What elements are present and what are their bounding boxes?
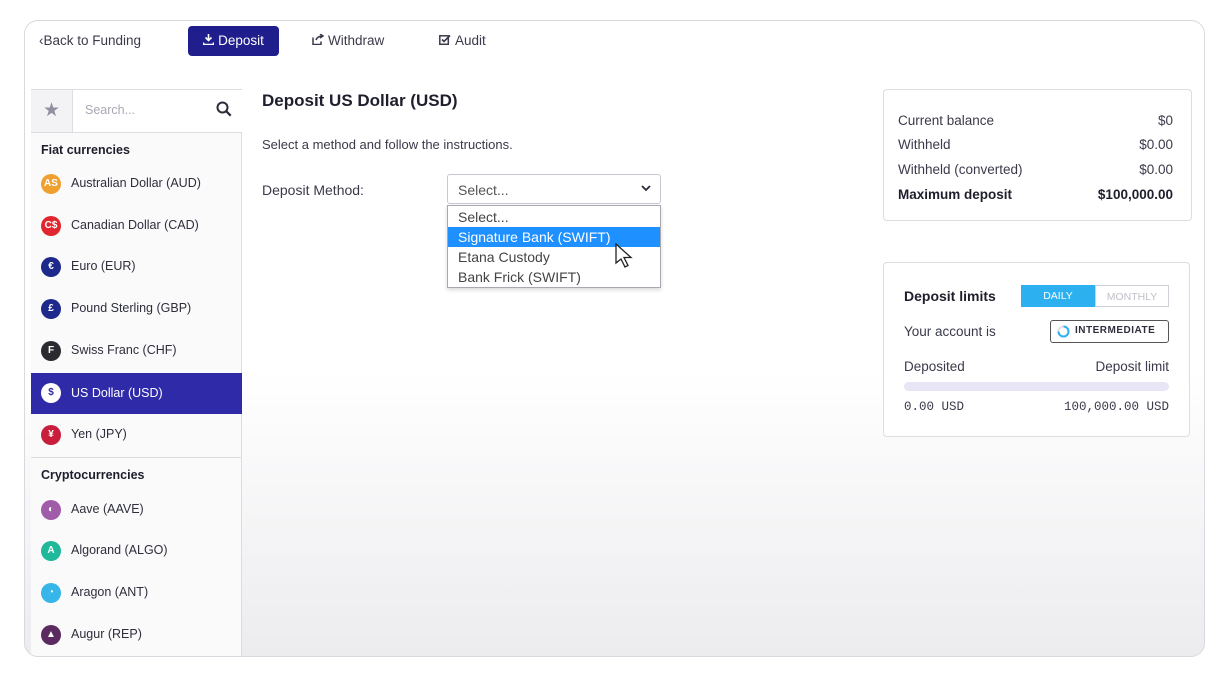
mouse-pointer-icon	[615, 243, 633, 268]
deposit-limits-title: Deposit limits	[904, 288, 996, 304]
pound-icon: £	[41, 299, 61, 319]
tab-deposit[interactable]: Deposit	[188, 26, 279, 56]
chevron-down-icon	[641, 185, 651, 192]
currency-item-ant[interactable]: ◔ Aragon (ANT)	[31, 573, 242, 613]
aave-icon: ◐	[41, 500, 61, 520]
toggle-monthly[interactable]: MONTHLY	[1095, 285, 1169, 307]
deposit-limit-label: Deposit limit	[1095, 359, 1169, 374]
currency-item-aud[interactable]: AS Australian Dollar (AUD)	[31, 164, 242, 204]
deposit-method-label: Deposit Method:	[262, 182, 364, 198]
balance-row: Withheld $0.00	[898, 137, 1173, 152]
download-icon	[202, 26, 215, 56]
currency-item-jpy[interactable]: ¥ Yen (JPY)	[31, 415, 242, 455]
option-select[interactable]: Select...	[448, 207, 660, 227]
account-level-label: Your account is	[904, 324, 996, 339]
search-row: ★ Search...	[31, 89, 242, 133]
currency-item-aave[interactable]: ◐ Aave (AAVE)	[31, 490, 242, 530]
crypto-heading: Cryptocurrencies	[41, 468, 145, 482]
deposit-limit-amount: 100,000.00 USD	[1063, 400, 1169, 414]
toggle-daily[interactable]: DAILY	[1021, 285, 1095, 307]
progress-ring-icon	[1057, 325, 1070, 338]
checkbox-icon	[439, 26, 451, 56]
option-bank-frick[interactable]: Bank Frick (SWIFT)	[448, 267, 660, 287]
yen-icon: ¥	[41, 425, 61, 445]
aragon-icon: ◔	[41, 583, 61, 603]
share-icon	[312, 26, 325, 56]
balance-row: Withheld (converted) $0.00	[898, 162, 1173, 177]
deposited-label: Deposited	[904, 359, 965, 374]
augur-icon: ▲	[41, 625, 61, 645]
dollar-icon: $	[41, 383, 61, 403]
euro-icon: €	[41, 257, 61, 277]
currency-item-chf[interactable]: F Swiss Franc (CHF)	[31, 331, 242, 371]
balance-card: Current balance $0 Withheld $0.00 Withhe…	[883, 89, 1192, 221]
currency-item-eur[interactable]: € Euro (EUR)	[31, 247, 242, 287]
tab-withdraw[interactable]: Withdraw	[312, 26, 384, 56]
page-title: Deposit US Dollar (USD)	[262, 91, 458, 110]
search-icon[interactable]	[216, 101, 232, 117]
top-nav: ‹Back to Funding Deposit Withdraw Audit	[25, 21, 1204, 65]
deposited-amount: 0.00 USD	[904, 400, 965, 414]
currency-item-rep[interactable]: ▲ Augur (REP)	[31, 615, 242, 655]
aud-icon: AS	[41, 174, 61, 194]
currency-item-cad[interactable]: C$ Canadian Dollar (CAD)	[31, 206, 242, 246]
divider	[31, 457, 242, 458]
funding-window: ‹Back to Funding Deposit Withdraw Audit …	[24, 20, 1205, 657]
algorand-icon: A	[41, 541, 61, 561]
fiat-heading: Fiat currencies	[41, 143, 130, 157]
deposit-method-select[interactable]: Select...	[447, 174, 661, 204]
franc-icon: F	[41, 341, 61, 361]
search-input[interactable]: Search...	[85, 103, 135, 117]
currency-sidebar: ★ Search... Fiat currencies AS Australia…	[31, 89, 242, 656]
deposit-progress-bar	[904, 382, 1169, 391]
balance-row: Maximum deposit $100,000.00	[898, 187, 1173, 202]
balance-row: Current balance $0	[898, 113, 1173, 128]
tab-audit[interactable]: Audit	[439, 26, 486, 56]
cad-icon: C$	[41, 216, 61, 236]
deposit-limits-card: Deposit limits DAILY MONTHLY Your accoun…	[883, 262, 1190, 437]
star-icon[interactable]: ★	[31, 90, 73, 132]
currency-item-algo[interactable]: A Algorand (ALGO)	[31, 531, 242, 571]
currency-item-gbp[interactable]: £ Pound Sterling (GBP)	[31, 289, 242, 329]
currency-item-usd[interactable]: $ US Dollar (USD)	[31, 373, 242, 414]
back-to-funding-link[interactable]: ‹Back to Funding	[39, 26, 141, 56]
instructions-text: Select a method and follow the instructi…	[262, 137, 513, 152]
account-level-badge: INTERMEDIATE	[1050, 320, 1169, 343]
